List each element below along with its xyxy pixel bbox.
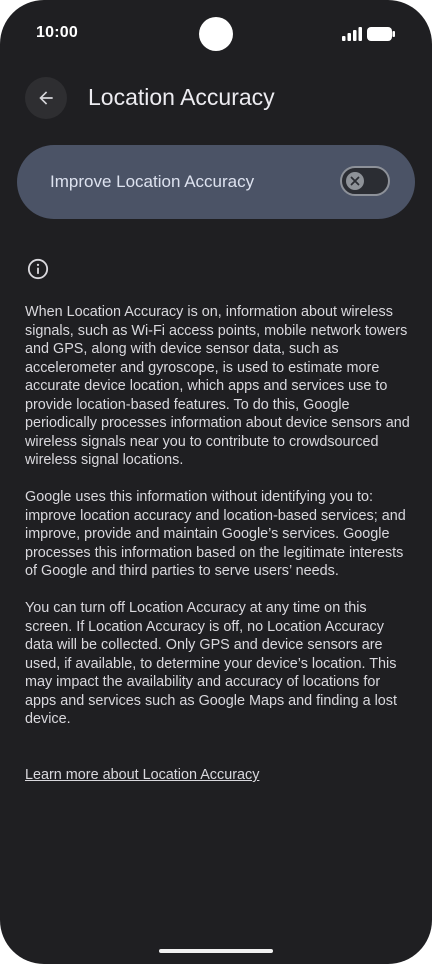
battery-full-icon: [367, 27, 395, 41]
switch-thumb: [346, 172, 364, 190]
home-indicator[interactable]: [159, 949, 273, 953]
description-paragraph: You can turn off Location Accuracy at an…: [25, 600, 397, 727]
location-accuracy-switch[interactable]: [340, 166, 390, 196]
toggle-label: Improve Location Accuracy: [50, 172, 255, 191]
location-accuracy-description: When Location Accuracy is on, informatio…: [25, 303, 410, 747]
front-camera-cutout: [199, 17, 233, 51]
phone-screen: 10:00 Location Accuracy Improve Location…: [0, 0, 432, 964]
improve-location-accuracy-toggle-row[interactable]: Improve Location Accuracy: [17, 145, 415, 219]
learn-more-link[interactable]: Learn more about Location Accuracy: [25, 766, 259, 785]
page-title: Location Accuracy: [88, 84, 275, 110]
info-icon: [27, 258, 49, 280]
description-paragraph: When Location Accuracy is on, informatio…: [25, 304, 410, 468]
description-paragraph: Google uses this information without ide…: [25, 489, 406, 579]
close-icon: [350, 176, 360, 186]
back-button[interactable]: [25, 77, 67, 119]
status-bar: 10:00: [0, 0, 432, 70]
device-frame: 10:00 Location Accuracy Improve Location…: [0, 0, 432, 964]
arrow-back-icon: [39, 91, 53, 105]
cellular-signal-icon: [342, 27, 362, 41]
status-time: 10:00: [36, 24, 78, 41]
